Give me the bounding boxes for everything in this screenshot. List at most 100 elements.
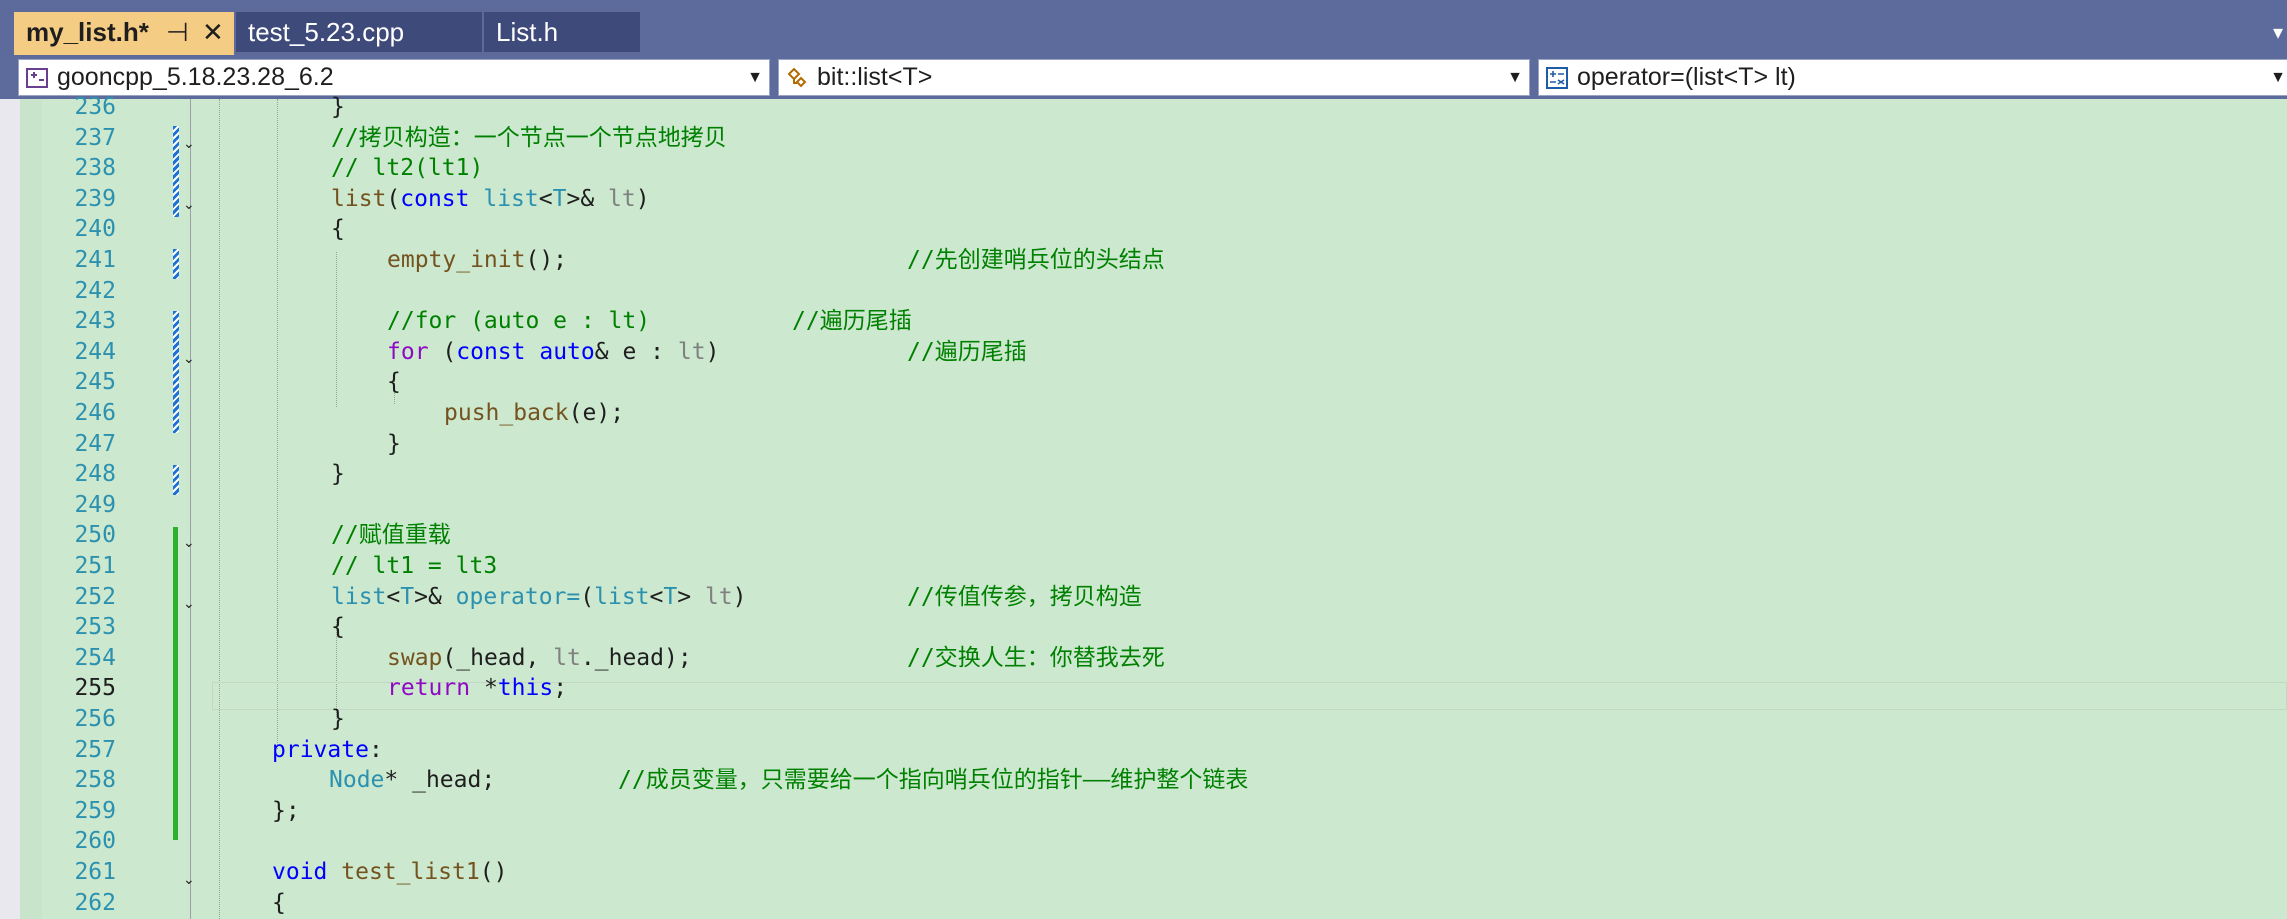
token: {: [387, 369, 401, 396]
code-line[interactable]: 236 }: [0, 92, 2287, 123]
code-text: }: [331, 459, 345, 490]
token: push_back: [444, 400, 569, 426]
code-line[interactable]: 250 //赋值重载: [0, 520, 2287, 551]
line-number: 248: [74, 461, 116, 488]
tab-label: my_list.h*: [26, 17, 149, 47]
token: lt: [553, 644, 581, 671]
code-line[interactable]: 246 push_back(e);: [0, 398, 2287, 429]
line-number: 241: [74, 247, 116, 273]
code-comment: // lt1 = lt3: [331, 553, 498, 579]
line-number: 236: [74, 94, 116, 120]
token: };: [272, 797, 300, 824]
line-number: 253: [74, 614, 116, 641]
token: lt: [677, 338, 706, 365]
code-line-current[interactable]: 255 return *this;: [0, 673, 2287, 704]
code-text: return *this;: [387, 675, 568, 702]
code-line[interactable]: 242: [0, 276, 2287, 307]
token: e: [582, 400, 597, 426]
member-dropdown[interactable]: operator=(list<T> lt) ▼: [1538, 59, 2287, 96]
project-name: gooncpp_5.18.23.28_6.2: [57, 63, 334, 91]
code-text: swap(_head, lt._head);: [387, 644, 692, 671]
line-number: 251: [74, 553, 116, 579]
code-text: private:: [272, 736, 383, 763]
code-line[interactable]: 243 //for (auto e : lt) //遍历尾插: [0, 306, 2287, 337]
token: T: [552, 185, 567, 212]
code-comment: //拷贝构造：一个节点一个节点地拷贝: [331, 124, 727, 151]
scope-dropdown[interactable]: bit::list<T> ▼: [778, 59, 1530, 96]
code-editor[interactable]: ⌄ ⌄ ⌄ ⌄ ⌄ ⌄ 236 } 237 //拷贝构造：一个节点一个节点地拷贝…: [0, 94, 2287, 919]
line-number: 257: [74, 736, 116, 763]
tab-overflow-icon[interactable]: ▾: [2273, 20, 2283, 44]
line-number: 245: [74, 369, 116, 396]
code-line[interactable]: 245 {: [0, 367, 2287, 398]
token: const: [456, 338, 526, 365]
close-icon[interactable]: ✕: [202, 12, 224, 52]
code-text: empty_init();: [387, 247, 568, 273]
line-number: 247: [74, 430, 116, 457]
code-line[interactable]: 253 {: [0, 612, 2287, 643]
code-line[interactable]: 247 }: [0, 429, 2287, 460]
token: }: [387, 430, 401, 457]
line-number: 238: [74, 155, 116, 182]
document-tab-strip: my_list.h* ⊣ ✕ test_5.23.cpp List.h ▾: [0, 0, 2287, 55]
token: lt: [704, 583, 733, 610]
tab-list-h[interactable]: List.h: [484, 12, 640, 52]
token: operator=: [455, 583, 581, 610]
line-number: 256: [74, 706, 116, 732]
code-line[interactable]: 256 }: [0, 704, 2287, 735]
line-number: 246: [74, 400, 116, 426]
code-line[interactable]: 249: [0, 490, 2287, 521]
code-line[interactable]: 258 Node* _head; //成员变量，只需要给一个指向哨兵位的指针——…: [0, 765, 2287, 796]
code-comment: //成员变量，只需要给一个指向哨兵位的指针——维护整个链表: [618, 767, 1249, 794]
code-line[interactable]: 241 empty_init(); //先创建哨兵位的头结点: [0, 245, 2287, 276]
code-comment: //传值传参，拷贝构造: [907, 583, 1142, 610]
line-number: 242: [74, 277, 116, 304]
pin-icon[interactable]: ⊣: [166, 12, 189, 52]
code-text: }: [331, 92, 345, 123]
code-line[interactable]: 254 swap(_head, lt._head); //交换人生：你替我去死: [0, 643, 2287, 674]
code-line[interactable]: 257 private:: [0, 735, 2287, 766]
chevron-down-icon: ▼: [747, 69, 763, 86]
code-line[interactable]: 237 //拷贝构造：一个节点一个节点地拷贝: [0, 123, 2287, 154]
code-line[interactable]: 240 {: [0, 214, 2287, 245]
token: this: [497, 675, 554, 702]
code-line[interactable]: 238 // lt2(lt1): [0, 153, 2287, 184]
tab-my-list-h[interactable]: my_list.h* ⊣ ✕: [14, 12, 234, 55]
code-comment: //for (auto e : lt): [387, 308, 651, 335]
code-line[interactable]: 244 for (const auto& e : lt) //遍历尾插: [0, 337, 2287, 368]
line-number: 262: [74, 889, 116, 916]
token: {: [272, 889, 286, 916]
method-icon: [1546, 67, 1568, 89]
token: private: [272, 736, 369, 763]
code-comment: // lt2(lt1): [331, 155, 484, 182]
code-line[interactable]: 248 }: [0, 459, 2287, 490]
code-line[interactable]: 260: [0, 826, 2287, 857]
code-text: {: [331, 612, 345, 643]
code-line[interactable]: 239 list(const list<T>& lt): [0, 184, 2287, 215]
token: list: [594, 583, 650, 610]
project-icon: [26, 68, 48, 88]
code-text: }: [331, 704, 345, 735]
member-name: operator=(list<T> lt): [1577, 63, 1796, 91]
token: list: [331, 185, 387, 212]
code-text: {: [387, 367, 401, 398]
token: swap: [387, 644, 443, 671]
line-number: 254: [74, 644, 116, 671]
code-line[interactable]: 262 {: [0, 888, 2287, 919]
token: {: [331, 614, 345, 641]
line-number: 258: [74, 767, 116, 794]
code-text: list(const list<T>& lt): [331, 185, 650, 212]
token: }: [331, 706, 345, 732]
code-line[interactable]: 259 };: [0, 796, 2287, 827]
code-text: push_back(e);: [444, 400, 625, 426]
code-line[interactable]: 251 // lt1 = lt3: [0, 551, 2287, 582]
code-line[interactable]: 252 list<T>& operator=(list<T> lt) //传值传…: [0, 582, 2287, 613]
project-dropdown[interactable]: gooncpp_5.18.23.28_6.2 ▼: [18, 59, 770, 96]
token: for: [387, 338, 429, 365]
line-number: 243: [74, 308, 116, 335]
tab-label: test_5.23.cpp: [248, 17, 405, 47]
code-text: Node* _head;: [329, 767, 496, 794]
code-line[interactable]: 261 void test_list1(): [0, 857, 2287, 888]
tab-test-5-23-cpp[interactable]: test_5.23.cpp: [236, 12, 482, 52]
line-number: 252: [74, 583, 116, 610]
